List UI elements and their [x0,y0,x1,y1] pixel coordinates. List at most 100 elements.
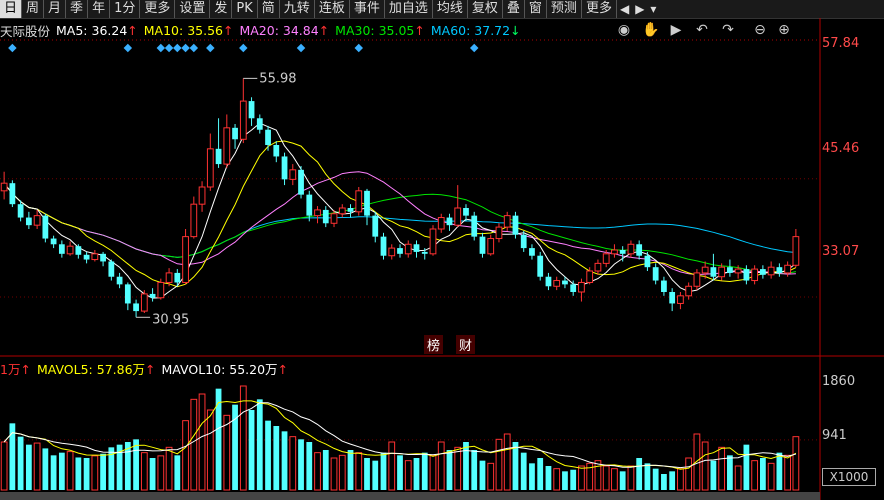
toolbar-menu-icon[interactable]: ▾ [647,2,659,16]
volume-bar-up [586,462,594,491]
ma20-line [3,171,796,276]
volume-bar-down [232,404,238,490]
redo-icon[interactable]: ↷ [720,22,736,38]
volume-bar-down [562,471,568,490]
ma60-arrow: ↓ [510,22,521,38]
volume-bar-up [239,385,247,491]
candle-body-down [570,284,577,292]
volume-bar-up [611,468,618,491]
volume-bar-down [776,452,783,490]
volume-bar-down [58,452,65,490]
ma30-line [3,182,797,275]
toolbar-item-9[interactable]: PK [232,0,258,18]
volume-bar-up [198,393,206,491]
volume-bar-down [124,442,131,490]
toolbar-item-1[interactable]: 周 [22,0,45,18]
candle-body-up [503,215,511,228]
ma5-label: MA5: 36.24 [56,22,128,38]
price-axis-top: 57.84 [822,36,860,51]
candle-body-up [685,285,693,297]
volume-bar-down [520,452,527,490]
zoom-out-icon[interactable]: ⊖ [752,22,768,38]
toolbar-item-14[interactable]: 加自选 [385,0,433,18]
event-marker [164,43,174,53]
hand-icon[interactable]: ✋ [642,22,659,38]
toolbar-item-8[interactable]: 发 [210,0,233,18]
candle-body-up [487,238,495,255]
toolbar-item-18[interactable]: 窗 [525,0,547,18]
toolbar-item-11[interactable]: 九转 [280,0,315,18]
volume-bar-down [281,431,288,490]
event-marker [354,43,364,53]
toolbar-nav-next-icon[interactable]: ▶ [632,2,647,16]
candle-body-down [636,244,643,256]
volume-bar-down [743,444,750,490]
toolbar-item-19[interactable]: 预测 [547,0,582,18]
toolbar-item-10[interactable]: 简 [258,0,280,18]
ma60-line [3,182,796,258]
toolbar-item-16[interactable]: 复权 [468,0,503,18]
toolbar-item-3[interactable]: 季 [66,0,89,18]
undo-icon[interactable]: ↶ [694,22,710,38]
candle-body-up [751,268,759,282]
volume-bar-down [364,458,370,490]
candle-body-down [265,129,271,145]
toolbar-item-0[interactable]: 日 [0,0,23,18]
play-icon[interactable]: ▶ [668,22,684,38]
candlestick-chart[interactable]: 55.98 30.95 [0,0,884,500]
volume-bar-up [677,468,684,491]
rank-tag[interactable]: 榜 [424,335,444,354]
candle-body-down [174,272,181,283]
toolbar-item-17[interactable]: 叠 [503,0,525,18]
candle-body-down [232,127,238,140]
mavol5-value: MAVOL5: 57.86万↑ [37,359,156,378]
stock-name: 天际股份 [0,23,51,39]
volume-bar-down [463,442,469,490]
candle-body-up [677,295,684,304]
volume-bar-down [421,452,428,490]
volume-bar-down [471,450,478,490]
ma5-arrow: ↑ [127,22,138,38]
volume-bar-up [503,433,511,491]
mavol5-label: MAVOL5: 57.86万 [36,361,146,377]
volume-bar-down [9,423,16,490]
candle-body-down [9,183,16,205]
candle-body-down [75,246,82,255]
volume-bar-down [25,444,32,490]
toolbar-item-7[interactable]: 设置 [175,0,211,18]
toolbar-item-5[interactable]: 1分 [110,0,141,18]
ma20-arrow: ↑ [318,22,330,38]
volume-bar-down [652,468,659,490]
event-marker [123,43,133,53]
volume-bar-up [33,442,41,491]
candle-body-up [693,272,701,287]
toolbar-item-6[interactable]: 更多 [140,0,176,18]
candle-body-down [17,204,24,218]
candle-body-up [388,247,396,257]
candle-body-up [594,262,602,272]
toolbar-item-13[interactable]: 事件 [350,0,385,18]
bottom-tab-strip[interactable] [0,492,820,500]
volume-bar-down [619,471,626,490]
toolbar-item-15[interactable]: 均线 [433,0,468,18]
candle-body-up [429,228,437,255]
ma60-value: MA60: 37.72↓ [431,23,521,38]
mavol10-line [3,402,797,469]
toolbar-item-20[interactable]: 更多 [582,0,617,18]
toolbar-item-2[interactable]: 月 [44,0,67,18]
toolbar-item-12[interactable]: 连板 [315,0,350,18]
event-marker [8,43,17,53]
zoom-in-icon[interactable]: ⊕ [776,22,792,38]
toolbar-item-4[interactable]: 年 [88,0,111,18]
volume-bar-up [206,409,214,491]
volume-bar-down [636,458,643,490]
candle-body-down [545,276,552,287]
candle-body-down [306,194,313,216]
eye-icon[interactable]: ◉ [616,22,632,38]
volume-bar-up [701,441,709,491]
finance-tag[interactable]: 财 [456,335,476,354]
volume-bar-up [223,414,231,491]
candle-body-up [784,264,792,274]
toolbar-nav-prev-icon[interactable]: ◀ [617,2,632,16]
volume-bar-up [685,457,693,491]
